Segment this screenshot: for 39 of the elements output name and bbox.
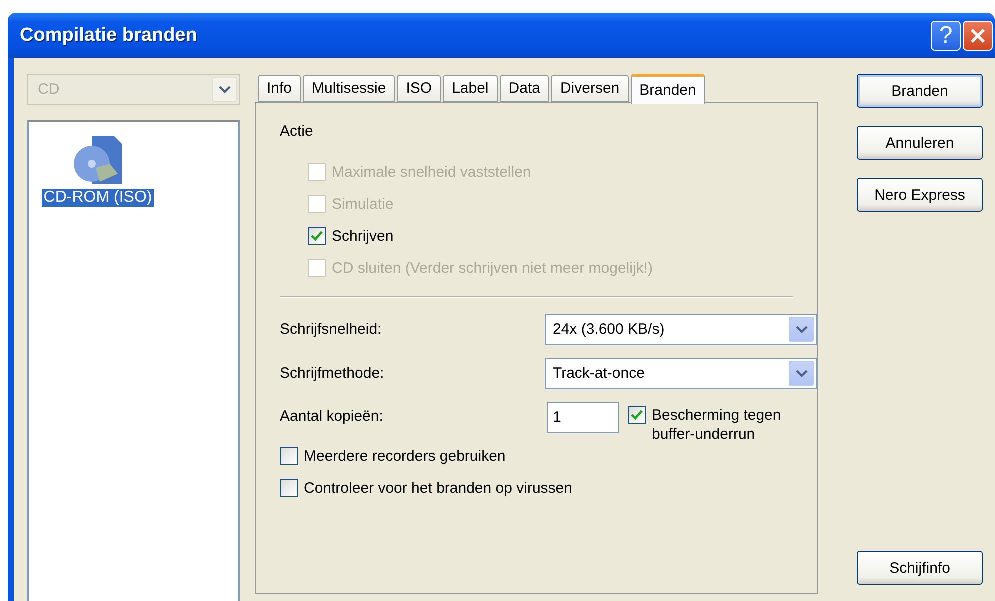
section-title: Actie (280, 123, 314, 140)
checkbox[interactable] (628, 406, 646, 424)
close-icon (969, 26, 987, 44)
help-button[interactable]: ? (931, 20, 961, 50)
copies-input[interactable]: 1 (547, 402, 619, 433)
field-label: Aantal kopieën: (280, 407, 384, 425)
checkbox-label: Simulatie (332, 196, 394, 212)
window-title: Compilatie branden (20, 24, 198, 46)
speed-dropdown[interactable]: 24x (3.600 KB/s) (544, 314, 817, 345)
list-item[interactable]: CD-ROM (ISO) (42, 189, 154, 207)
field-label: Schrijfsnelheid: (280, 321, 383, 338)
checkbox[interactable] (280, 479, 298, 497)
tab[interactable]: Label (443, 75, 498, 102)
dialog-button[interactable]: Annuleren (857, 126, 983, 160)
close-button[interactable] (963, 20, 993, 50)
chevron-down-icon (789, 361, 814, 386)
checkbox[interactable] (280, 447, 298, 465)
checkmark-icon (311, 230, 323, 242)
checkmark-icon (631, 409, 643, 421)
checkbox-label: Controleer voor het branden op virussen (304, 480, 572, 496)
dialog-button[interactable]: Branden (857, 74, 983, 108)
chevron-down-icon (212, 77, 237, 102)
tab[interactable]: Multisessie (303, 75, 396, 102)
chevron-down-icon (789, 317, 814, 342)
dialog-button[interactable]: Nero Express (857, 178, 983, 212)
field-label: Schrijfmethode: (280, 365, 386, 382)
tab[interactable]: ISO (397, 75, 442, 102)
tab[interactable]: Info (258, 75, 302, 102)
method-dropdown[interactable]: Track-at-once (544, 358, 817, 389)
tab[interactable]: Diversen (551, 75, 629, 102)
dialog-button[interactable]: Schijfinfo (857, 551, 983, 585)
checkbox-label: Meerdere recorders gebruiken (304, 448, 506, 464)
checkbox[interactable] (308, 227, 326, 245)
tab[interactable]: Data (500, 75, 550, 102)
tab[interactable]: Branden (630, 74, 706, 104)
checkbox-label: Bescherming tegen buffer-underrun (652, 406, 782, 444)
checkbox-label: Schrijven (332, 228, 394, 244)
checkbox-label: CD sluiten (Verder schrijven niet meer mogelijk!) (332, 260, 653, 276)
checkbox-label: Maximale snelheid vaststellen (332, 164, 532, 180)
